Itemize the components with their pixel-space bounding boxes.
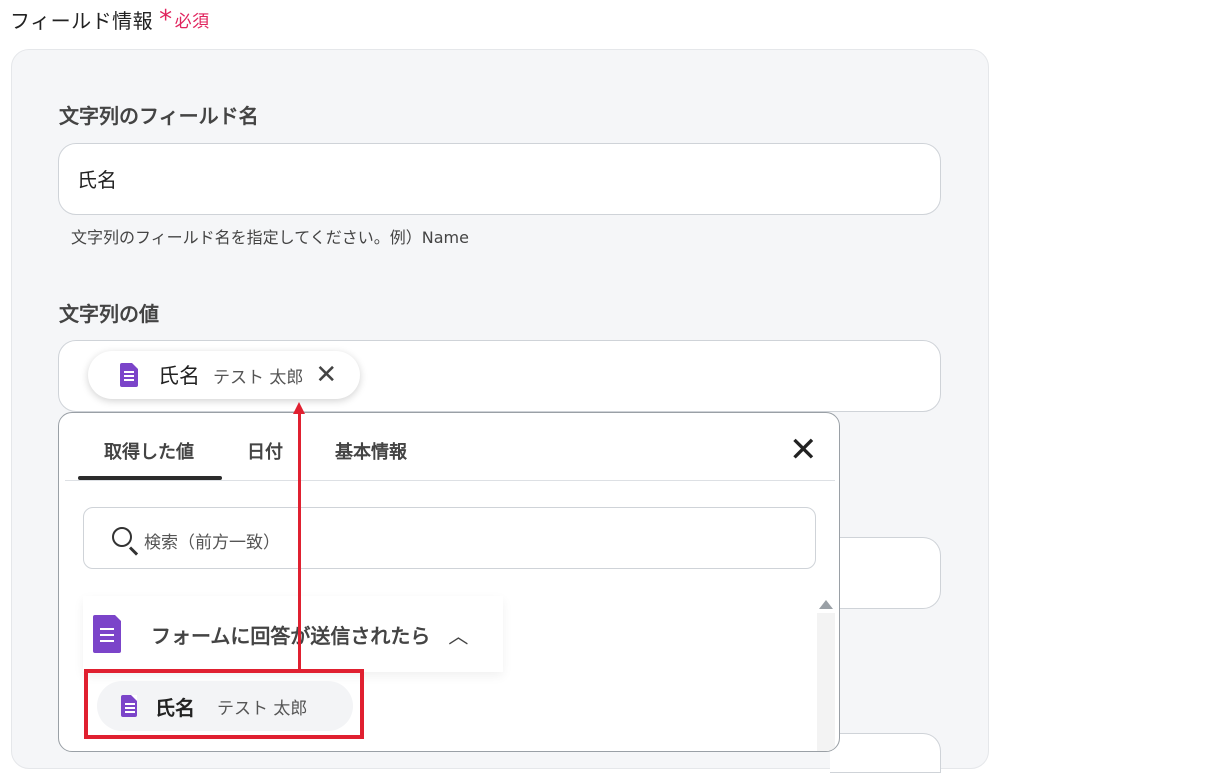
- field-name-value: 氏名: [77, 168, 117, 192]
- scrollbar[interactable]: [817, 613, 835, 751]
- token-sample: テスト 太郎: [213, 367, 304, 388]
- close-icon[interactable]: ✕: [789, 433, 818, 467]
- required-star-icon: *: [159, 4, 173, 35]
- chevron-up-icon[interactable]: ︿: [448, 620, 468, 649]
- hidden-input-behind-dropdown[interactable]: [830, 537, 941, 609]
- tab-basic-info[interactable]: 基本情報: [335, 438, 407, 464]
- search-input[interactable]: 検索（前方一致）: [83, 507, 816, 569]
- required-label: 必須: [174, 12, 210, 32]
- hidden-input-behind-dropdown-2[interactable]: [830, 733, 941, 773]
- annotation-arrow-line: [298, 410, 301, 672]
- tab-date[interactable]: 日付: [247, 438, 283, 464]
- scroll-up-arrow-icon[interactable]: [819, 600, 833, 609]
- search-placeholder: 検索（前方一致）: [144, 533, 280, 553]
- tab-acquired-values[interactable]: 取得した値: [104, 438, 194, 464]
- annotation-highlight-box: [84, 669, 364, 739]
- google-forms-icon: [93, 615, 121, 653]
- token-name: 氏名: [158, 364, 200, 388]
- trigger-group-header[interactable]: フォームに回答が送信されたら ︿: [83, 596, 503, 672]
- section-title-text: フィールド情報: [10, 9, 154, 33]
- remove-token-icon[interactable]: ✕: [315, 362, 337, 388]
- field-name-help: 文字列のフィールド名を指定してください。例）Name: [71, 228, 469, 247]
- section-title: フィールド情報 * 必須: [10, 5, 210, 34]
- search-icon: [112, 527, 132, 547]
- field-name-input[interactable]: 氏名: [58, 143, 941, 215]
- group-title: フォームに回答が送信されたら: [151, 623, 431, 648]
- google-forms-icon: [120, 363, 138, 387]
- required-badge: * 必須: [159, 4, 210, 35]
- value-token-chip[interactable]: 氏名 テスト 太郎 ✕: [88, 351, 360, 399]
- annotation-arrow-head-icon: [293, 402, 305, 414]
- field-value-label: 文字列の値: [59, 302, 159, 326]
- field-name-label: 文字列のフィールド名: [59, 104, 259, 128]
- tab-divider: [65, 480, 835, 481]
